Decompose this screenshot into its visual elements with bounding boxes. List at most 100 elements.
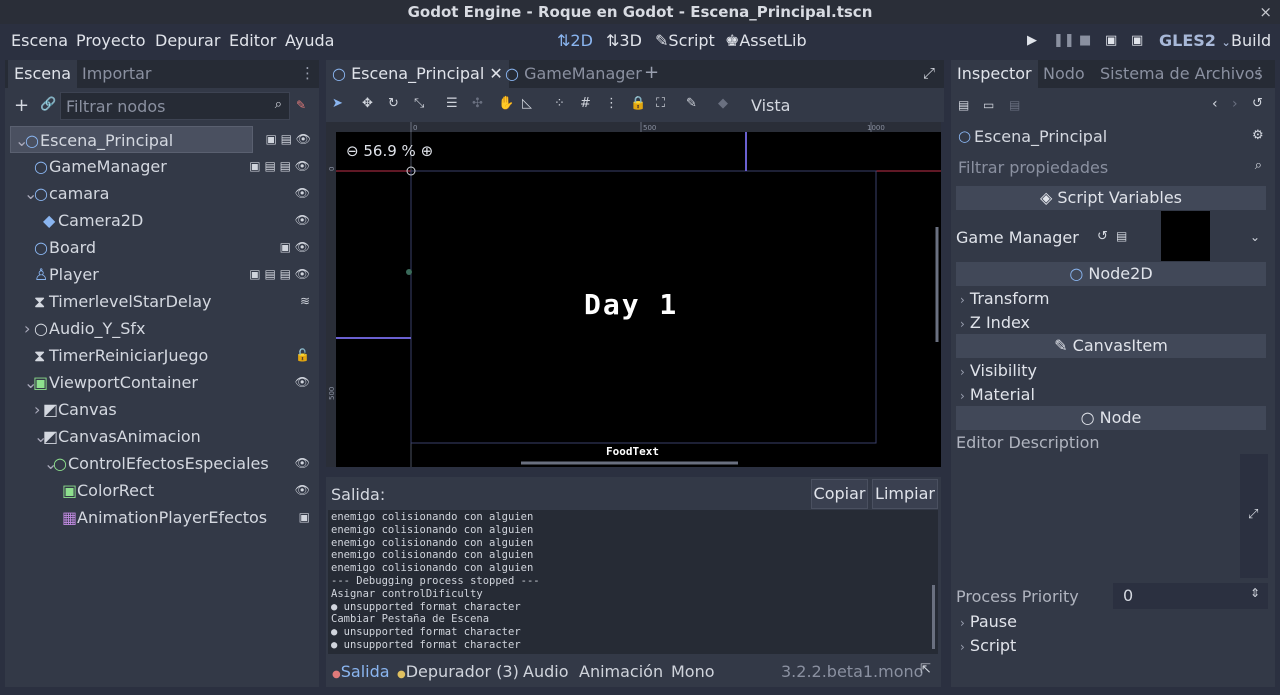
section-script-variables[interactable]: ◈ Script Variables [956, 186, 1266, 210]
menu-depurar[interactable]: Depurar [155, 31, 220, 50]
revert-icon[interactable]: ↺ [1097, 229, 1108, 244]
eye-icon[interactable]: 👁 [295, 369, 310, 396]
process-priority-spinbox[interactable]: 0 ⇕ [1113, 583, 1268, 609]
bone-icon[interactable]: ✎ [686, 96, 697, 111]
zoom-level[interactable]: 56.9 % [363, 142, 415, 160]
tab-salida[interactable]: ●Salida [332, 662, 390, 681]
tab-inspector[interactable]: Inspector [951, 60, 1038, 88]
property-transform[interactable]: › Transform [960, 289, 1050, 308]
script-attach-icon[interactable]: ✎ [296, 98, 306, 112]
tab-importar[interactable]: Importar [76, 60, 157, 88]
menu-proyecto[interactable]: Proyecto [76, 31, 146, 50]
mode-2d-button[interactable]: ⇅2D [557, 31, 593, 50]
node-icons[interactable]: ▣ ▤ ▤ 👁 [249, 261, 310, 288]
link-icon[interactable]: 🔗 [40, 97, 56, 112]
tab-depurador[interactable]: ●Depurador (3) [397, 662, 519, 681]
vista-menu[interactable]: Vista [751, 96, 790, 115]
tree-node-viewportcontainer[interactable]: ⌄ ▣ ViewportContainer 👁 [10, 369, 310, 396]
property-script[interactable]: › Script [960, 636, 1016, 655]
tree-node-board[interactable]: ○ Board ▣ 👁 [10, 234, 310, 261]
copy-button[interactable]: Copiar [811, 479, 868, 509]
save-icon[interactable]: ▤ [1009, 98, 1020, 112]
chevron-down-icon[interactable]: ⌄ [1250, 230, 1260, 244]
tree-node-camera2d[interactable]: ◆ Camera2D 👁 [10, 207, 310, 234]
mode-3d-button[interactable]: ⇅3D [606, 31, 642, 50]
camera-icon[interactable]: ◆ [718, 96, 728, 111]
dock-menu-icon[interactable]: ⋮ [1252, 64, 1267, 82]
more-icon[interactable]: ⋮ [605, 96, 618, 111]
open-folder-icon[interactable]: ▭ [983, 98, 994, 112]
tab-escena-principal[interactable]: ○ Escena_Principal ✕ [326, 60, 509, 88]
select-tool-icon[interactable]: ➤ [332, 96, 343, 111]
eye-icon[interactable]: 👁 [295, 477, 310, 504]
eye-icon[interactable]: 👁 [295, 207, 310, 234]
tree-node-escena-principal[interactable]: ⌄ ○ Escena_Principal [10, 126, 253, 153]
game-manager-preview[interactable] [1161, 211, 1210, 261]
eye-icon[interactable]: 👁 [295, 450, 310, 477]
pan-tool-icon[interactable]: ✋ [498, 96, 514, 111]
node-icons[interactable]: ▣ [299, 504, 310, 531]
play-custom-scene-icon[interactable]: ▣ [1131, 33, 1143, 48]
rotate-tool-icon[interactable]: ↻ [388, 96, 399, 111]
tree-node-timerreiniciarjuego[interactable]: ⧗ TimerReiniciarJuego 🔓 [10, 342, 310, 369]
node-visibility-icon[interactable]: ▣ ▤ 👁 [265, 126, 311, 153]
zoom-out-icon[interactable]: ⊖ [346, 142, 359, 160]
tree-node-canvasanimacion[interactable]: ⌄ ◩ CanvasAnimacion [10, 423, 310, 450]
snap-tool-icon[interactable]: ⁘ [554, 96, 565, 111]
play-scene-icon[interactable]: ▣ [1105, 33, 1117, 48]
add-tab-icon[interactable]: + [644, 62, 659, 83]
history-back-icon[interactable]: ‹ [1212, 96, 1218, 112]
zoom-in-icon[interactable]: ⊕ [421, 142, 434, 160]
property-z-index[interactable]: › Z Index [960, 313, 1030, 332]
expand-icon[interactable]: ⤢ [1248, 507, 1258, 522]
property-pause[interactable]: › Pause [960, 612, 1017, 631]
tree-node-controlefectosespeciales[interactable]: ⌄ ○ ControlEfectosEspeciales 👁 [10, 450, 310, 477]
pivot-tool-icon[interactable]: ✣ [472, 96, 483, 111]
section-node2d[interactable]: ○ Node2D [956, 262, 1266, 286]
filter-properties-input[interactable]: Filtrar propiedades ⌕ [952, 153, 1270, 181]
expand-panel-icon[interactable]: ⇱ [920, 662, 931, 677]
tab-audio[interactable]: Audio [523, 662, 568, 681]
tree-node-camara[interactable]: ⌄ ○ camara 👁 [10, 180, 310, 207]
property-material[interactable]: › Material [960, 385, 1035, 404]
menu-escena[interactable]: Escena [11, 31, 68, 50]
property-visibility[interactable]: › Visibility [960, 361, 1037, 380]
tree-node-audio-y-sfx[interactable]: › ○ Audio_Y_Sfx [10, 315, 310, 342]
signal-icon[interactable]: ≋ [300, 288, 310, 315]
dock-menu-icon[interactable]: ⋮ [300, 64, 315, 82]
history-forward-icon[interactable]: › [1232, 96, 1238, 112]
spin-arrows-icon[interactable]: ⇕ [1250, 586, 1260, 600]
tab-nodo[interactable]: Nodo [1037, 60, 1091, 88]
tree-node-animationplayerefectos[interactable]: ▦ AnimationPlayerEfectos ▣ [10, 504, 310, 531]
object-tools-icon[interactable]: ⚙ [1252, 128, 1264, 143]
clear-button[interactable]: Limpiar [872, 479, 938, 509]
tab-mono[interactable]: Mono [671, 662, 715, 681]
section-canvasitem[interactable]: ✎ CanvasItem [956, 334, 1266, 358]
list-tool-icon[interactable]: ☰ [446, 96, 458, 111]
stop-icon[interactable]: ■ [1079, 33, 1091, 48]
eye-icon[interactable]: 👁 [295, 180, 310, 207]
fullscreen-icon[interactable]: ⤢ [923, 64, 935, 82]
editor-description-field[interactable] [956, 454, 1240, 578]
new-resource-icon[interactable]: ▤ [958, 98, 969, 112]
move-tool-icon[interactable]: ✥ [362, 96, 373, 111]
tab-escena[interactable]: Escena [8, 60, 78, 88]
node-icons[interactable]: ▣ ▤ ▤ 👁 [249, 153, 310, 180]
tree-node-canvas[interactable]: › ◩ Canvas [10, 396, 310, 423]
pause-icon[interactable]: ❚❚ [1053, 33, 1075, 48]
canvas-viewport[interactable]: 0 500 1000 0 500 ⊖ 56.9 % ⊕ Day 1 FoodTe… [326, 122, 941, 467]
play-icon[interactable]: ▶ [1027, 33, 1037, 48]
filter-nodes-input[interactable]: Filtrar nodos ⌕ [60, 92, 290, 120]
tree-node-colorrect[interactable]: ▣ ColorRect 👁 [10, 477, 310, 504]
section-node[interactable]: ○ Node [956, 406, 1266, 430]
renderer-select[interactable]: GLES2 ⌄ [1159, 31, 1231, 50]
tab-animacion[interactable]: Animación [579, 662, 663, 681]
menu-editor[interactable]: Editor [229, 31, 276, 50]
signal-icon[interactable]: 🔓 [295, 342, 310, 369]
mode-script-button[interactable]: ✎Script [655, 31, 715, 50]
tab-sistema-archivos[interactable]: Sistema de Archivos [1094, 60, 1269, 88]
history-icon[interactable]: ↺ [1252, 96, 1263, 111]
menu-ayuda[interactable]: Ayuda [285, 31, 334, 50]
close-icon[interactable]: × [1259, 0, 1272, 24]
mode-assetlib-button[interactable]: ♚AssetLib [725, 31, 807, 50]
